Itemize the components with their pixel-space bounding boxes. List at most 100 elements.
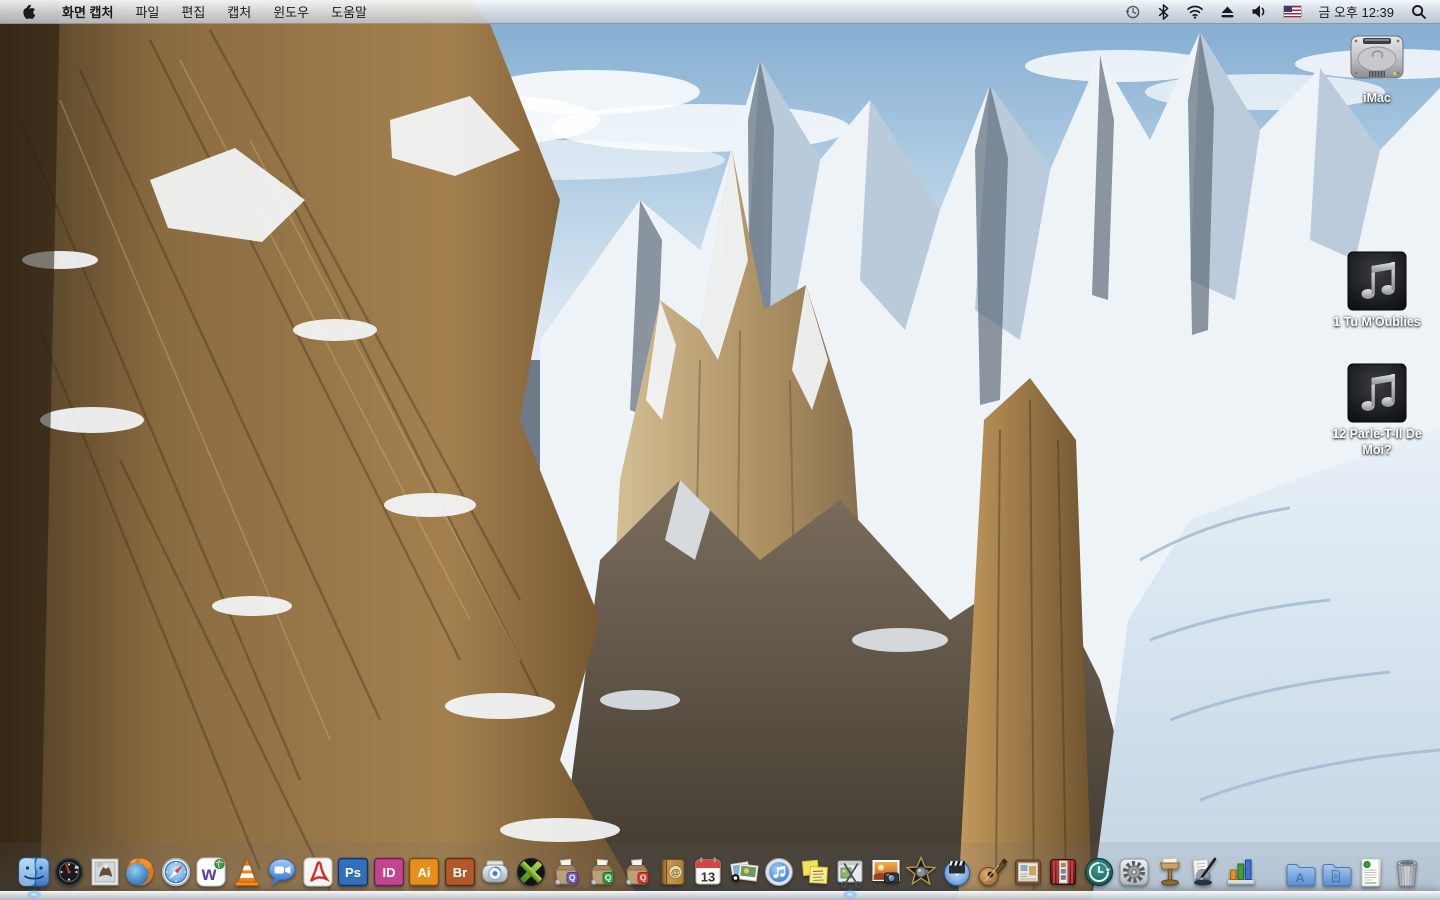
safari-icon	[159, 855, 193, 889]
spotlight-menu[interactable]	[1406, 0, 1432, 23]
dashboard-icon	[52, 855, 86, 889]
dock-app-toast[interactable]	[477, 848, 513, 892]
dock-app-garageband[interactable]	[974, 848, 1010, 892]
menu-edit[interactable]: 편집	[170, 0, 216, 23]
dock-app-address-book[interactable]: @	[655, 848, 691, 892]
svg-text:Ps: Ps	[345, 865, 361, 880]
menu-help[interactable]: 도움말	[320, 0, 378, 23]
dock-app-box-q-purple[interactable]: Q	[548, 848, 584, 892]
apple-menu[interactable]	[12, 0, 51, 23]
dock-app-stickies[interactable]	[797, 848, 833, 892]
desktop-icon-label: 1 Tu M'Oublies	[1333, 315, 1420, 331]
downloads-stack-icon	[1354, 855, 1388, 889]
itunes-icon	[762, 855, 796, 889]
dock-app-ichat[interactable]	[264, 848, 300, 892]
input-source-menu[interactable]	[1279, 0, 1306, 23]
desktop-icon-label: 12 Parle-T-Il De Moi?	[1323, 427, 1431, 458]
dock-app-ical[interactable]: 13	[690, 848, 726, 892]
dock-app-firefox[interactable]	[122, 848, 158, 892]
dock-app-wordfast[interactable]: w	[193, 848, 229, 892]
address-book-icon: @	[656, 855, 690, 889]
dock-app-numbers[interactable]	[1223, 848, 1259, 892]
desktop-icon-audio-file-2[interactable]: 12 Parle-T-Il De Moi?	[1322, 362, 1432, 458]
menu-app-name[interactable]: 화면 캡처	[51, 0, 124, 23]
dock-app-illustrator[interactable]: Ai	[406, 848, 442, 892]
dock-app-indesign[interactable]: ID	[371, 848, 407, 892]
svg-text:Q: Q	[604, 873, 611, 883]
dock: w	[0, 842, 1440, 900]
menu-capture[interactable]: 캡처	[216, 0, 262, 23]
dock-app-photo-booth[interactable]	[1045, 848, 1081, 892]
indesign-icon: ID	[372, 855, 406, 889]
dock-app-image-capture[interactable]	[868, 848, 904, 892]
dock-app-dashboard[interactable]	[51, 848, 87, 892]
stickies-icon	[798, 855, 832, 889]
dock-app-quarkxpress[interactable]	[513, 848, 549, 892]
eject-menu[interactable]	[1215, 0, 1240, 23]
dock-app-iweb[interactable]	[1010, 848, 1046, 892]
dock-app-bridge[interactable]: Br	[442, 848, 478, 892]
desktop-icon-audio-file-1[interactable]: 1 Tu M'Oublies	[1322, 250, 1432, 331]
dock-app-iphoto[interactable]	[726, 848, 762, 892]
dock-app-photoshop[interactable]: Ps	[335, 848, 371, 892]
idvd-icon	[940, 855, 974, 889]
svg-text:Q: Q	[640, 873, 647, 883]
bridge-icon: Br	[443, 855, 477, 889]
wifi-icon	[1186, 4, 1204, 19]
svg-text:w: w	[201, 864, 217, 885]
dock-app-keynote[interactable]	[1152, 848, 1188, 892]
volume-icon	[1251, 4, 1268, 19]
menu-bar: 화면 캡처 파일 편집 캡처 윈도우 도움말	[0, 0, 1440, 24]
finder-icon	[17, 855, 51, 889]
menu-file[interactable]: 파일	[124, 0, 170, 23]
desktop-icon-imac-hd[interactable]: iMac	[1322, 30, 1432, 107]
dock-folder-applications[interactable]: A	[1282, 848, 1318, 892]
time-machine-menu[interactable]	[1120, 0, 1146, 23]
documents-folder-icon	[1319, 855, 1353, 889]
imovie-icon	[904, 855, 938, 889]
desktop-screen: 화면 캡처 파일 편집 캡처 윈도우 도움말	[0, 0, 1440, 900]
eject-icon	[1220, 5, 1235, 19]
dock-app-time-machine[interactable]	[1081, 848, 1117, 892]
svg-text:Br: Br	[452, 865, 466, 880]
photo-booth-icon	[1046, 855, 1080, 889]
dock-app-itunes[interactable]	[761, 848, 797, 892]
dock-app-system-preferences[interactable]	[1116, 848, 1152, 892]
menu-clock[interactable]: 금 오후 12:39	[1312, 2, 1400, 21]
mail-icon	[88, 855, 122, 889]
box-q-red-icon: Q	[620, 855, 654, 889]
dock-app-box-q-green[interactable]: Q	[584, 848, 620, 892]
trash-icon	[1390, 855, 1424, 889]
dock-app-imovie[interactable]	[903, 848, 939, 892]
volume-menu[interactable]	[1246, 0, 1273, 23]
ical-icon: 13	[691, 855, 725, 889]
vlc-icon	[230, 855, 264, 889]
dock-app-pages[interactable]	[1187, 848, 1223, 892]
dock-app-finder[interactable]	[16, 848, 52, 892]
dock-app-idvd[interactable]	[939, 848, 975, 892]
wallpaper-mountains	[0, 0, 1440, 900]
time-machine-icon	[1125, 4, 1141, 20]
dock-app-safari[interactable]	[158, 848, 194, 892]
svg-text:ID: ID	[382, 865, 395, 880]
dock-divider	[1258, 848, 1282, 892]
firefox-icon	[123, 855, 157, 889]
ichat-icon	[265, 855, 299, 889]
pages-icon	[1188, 855, 1222, 889]
dock-trash[interactable]	[1389, 848, 1425, 892]
dock-app-mail[interactable]	[87, 848, 123, 892]
box-q-green-icon: Q	[585, 855, 619, 889]
menu-window[interactable]: 윈도우	[262, 0, 320, 23]
dock-app-acrobat[interactable]	[300, 848, 336, 892]
dock-folder-documents[interactable]	[1318, 848, 1354, 892]
dock-app-grab[interactable]	[832, 848, 868, 892]
keynote-icon	[1153, 855, 1187, 889]
dock-app-vlc[interactable]	[229, 848, 265, 892]
dock-stack-downloads[interactable]	[1353, 848, 1389, 892]
illustrator-icon: Ai	[407, 855, 441, 889]
dock-app-box-q-red[interactable]: Q	[619, 848, 655, 892]
wifi-menu[interactable]	[1181, 0, 1209, 23]
bluetooth-menu[interactable]	[1152, 0, 1175, 23]
audio-file-icon	[1346, 250, 1408, 312]
box-q-purple-icon: Q	[549, 855, 583, 889]
